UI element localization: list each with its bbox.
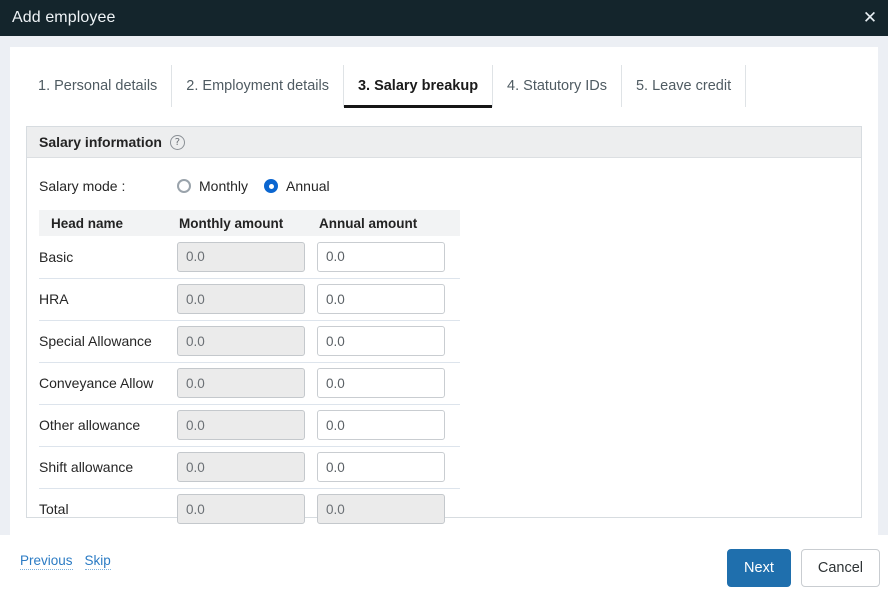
annual-amount-input[interactable] xyxy=(317,241,445,272)
annual-amount-input[interactable] xyxy=(317,410,445,440)
wizard-tabs: 1. Personal details 2. Employment details… xyxy=(26,65,878,108)
radio-button-icon[interactable] xyxy=(264,179,279,193)
monthly-amount-input-cell xyxy=(177,488,317,530)
head-name-cell: Basic xyxy=(39,236,177,279)
help-icon[interactable]: ? xyxy=(169,134,185,150)
annual-amount-input[interactable] xyxy=(317,368,445,398)
salary-table-head: Head name Monthly amount Annual amount xyxy=(39,210,460,236)
salary-mode-option-monthly[interactable]: Monthly xyxy=(177,178,248,194)
salary-panel-body: Salary mode : Monthly Annual Head name Mo… xyxy=(27,158,861,530)
monthly-amount-input-cell xyxy=(177,278,317,321)
monthly-amount-input-cell xyxy=(177,320,317,363)
add-employee-dialog: Add employee ✕ 1. Personal details 2. Emp… xyxy=(0,0,888,593)
table-row: Total xyxy=(39,488,460,530)
monthly-amount-input xyxy=(177,368,305,398)
head-name-cell: Special Allowance xyxy=(39,320,177,363)
head-name-cell: Other allowance xyxy=(39,404,177,447)
annual-amount-input xyxy=(317,494,445,525)
annual-amount-input-cell xyxy=(317,488,460,530)
monthly-amount-input-cell xyxy=(177,446,317,489)
salary-table-body: BasicHRASpecial AllowanceConveyance Allo… xyxy=(39,236,460,530)
previous-link[interactable]: Previous xyxy=(20,553,73,570)
dialog-title: Add employee xyxy=(12,9,116,26)
salary-mode-label: Salary mode : xyxy=(39,178,126,194)
next-button[interactable]: Next xyxy=(727,549,791,587)
salary-table-header-row: Head name Monthly amount Annual amount xyxy=(39,210,460,236)
head-name-cell: HRA xyxy=(39,278,177,321)
dialog-titlebar: Add employee ✕ xyxy=(0,0,888,36)
monthly-amount-input xyxy=(177,326,305,356)
salary-mode-row: Salary mode : Monthly Annual xyxy=(39,174,861,198)
annual-amount-input[interactable] xyxy=(317,452,445,482)
monthly-amount-input xyxy=(177,410,305,440)
monthly-amount-input xyxy=(177,452,305,482)
salary-breakup-table: Head name Monthly amount Annual amount B… xyxy=(39,210,460,530)
column-header-head-name: Head name xyxy=(39,210,177,236)
monthly-amount-input-cell xyxy=(177,404,317,447)
annual-amount-input-cell xyxy=(317,320,460,363)
annual-amount-input-cell xyxy=(317,362,460,405)
table-row: Shift allowance xyxy=(39,446,460,489)
table-row: Conveyance Allow xyxy=(39,362,460,405)
cancel-button[interactable]: Cancel xyxy=(800,549,880,587)
head-name-cell: Conveyance Allow xyxy=(39,362,177,405)
wizard-tab-label: 1. Personal details xyxy=(38,78,158,94)
wizard-tab-label: 4. Statutory IDs xyxy=(507,78,607,94)
salary-mode-option-annual[interactable]: Annual xyxy=(264,178,330,194)
wizard-tab-5[interactable]: 5. Leave credit xyxy=(622,65,747,107)
annual-amount-input-cell xyxy=(317,278,460,321)
monthly-amount-input-cell xyxy=(177,236,317,279)
monthly-amount-input xyxy=(177,284,305,314)
wizard-tab-3[interactable]: 3. Salary breakup xyxy=(343,65,494,108)
dialog-card: 1. Personal details 2. Employment details… xyxy=(10,47,878,535)
table-row: Basic xyxy=(39,236,460,279)
skip-link[interactable]: Skip xyxy=(84,553,111,570)
footer-links: Previous Skip xyxy=(20,553,123,570)
table-row: Other allowance xyxy=(39,404,460,447)
column-header-monthly-amount: Monthly amount xyxy=(177,210,317,236)
monthly-amount-input xyxy=(177,241,305,272)
radio-label: Annual xyxy=(286,178,330,194)
dialog-footer: Previous Skip Next Cancel xyxy=(0,535,888,593)
wizard-tab-1[interactable]: 1. Personal details xyxy=(26,65,173,107)
salary-information-panel: Salary information ? Salary mode : Month… xyxy=(26,126,862,525)
annual-amount-input[interactable] xyxy=(317,326,445,356)
wizard-tab-label: 2. Employment details xyxy=(186,78,329,94)
salary-panel-header: Salary information ? xyxy=(27,127,861,158)
head-name-cell: Shift allowance xyxy=(39,446,177,489)
head-name-cell: Total xyxy=(39,501,69,518)
monthly-amount-input xyxy=(177,494,305,525)
table-row: Special Allowance xyxy=(39,320,460,363)
wizard-tab-2[interactable]: 2. Employment details xyxy=(172,65,344,107)
wizard-tab-label: 5. Leave credit xyxy=(635,78,732,94)
wizard-tab-label: 3. Salary breakup xyxy=(357,78,479,94)
panel-title: Salary information xyxy=(39,134,162,150)
salary-mode-radio-group: Monthly Annual xyxy=(177,178,346,194)
column-header-annual-amount: Annual amount xyxy=(317,210,460,236)
annual-amount-input-cell xyxy=(317,236,460,279)
monthly-amount-input-cell xyxy=(177,362,317,405)
annual-amount-input[interactable] xyxy=(317,284,445,314)
footer-buttons: Next Cancel xyxy=(727,549,880,587)
annual-amount-input-cell xyxy=(317,404,460,447)
table-row: HRA xyxy=(39,278,460,321)
wizard-tab-4[interactable]: 4. Statutory IDs xyxy=(493,65,622,107)
annual-amount-input-cell xyxy=(317,446,460,489)
close-icon[interactable]: ✕ xyxy=(860,8,880,28)
radio-button-icon[interactable] xyxy=(177,179,191,193)
radio-label: Monthly xyxy=(199,178,249,194)
